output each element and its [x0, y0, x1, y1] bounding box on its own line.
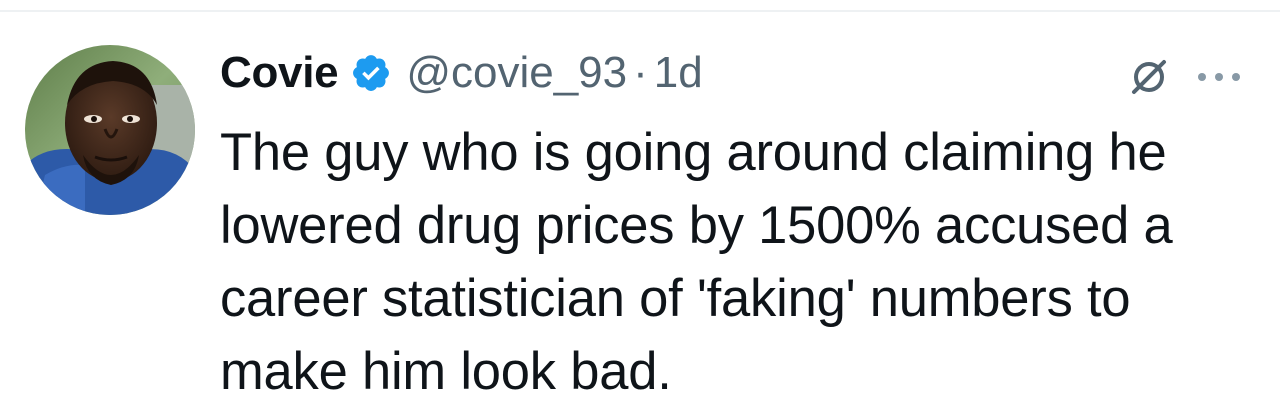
block-icon[interactable] — [1128, 56, 1170, 98]
avatar-photo — [25, 45, 195, 215]
tweet-card[interactable]: Covie @covie_93 · 1d The guy who is goin… — [0, 0, 1280, 416]
tweet-text-line: make him look bad. — [220, 342, 672, 401]
divider — [0, 10, 1280, 12]
tweet-header: Covie @covie_93 · 1d — [220, 42, 703, 104]
tweet-text: The guy who is going around claiming he … — [220, 116, 1260, 408]
tweet-text-line: The guy who is going around claiming he — [220, 123, 1167, 182]
verified-badge-icon — [350, 52, 392, 94]
time-separator: · — [633, 48, 648, 97]
tweet-timestamp[interactable]: 1d — [654, 48, 703, 98]
avatar[interactable] — [25, 45, 195, 215]
tweet-text-line: lowered drug prices by 1500% accused a — [220, 196, 1173, 255]
author-display-name[interactable]: Covie — [220, 48, 339, 98]
more-options-icon[interactable] — [1194, 70, 1244, 82]
tweet-text-line: career statistician of 'faking' numbers … — [220, 269, 1131, 328]
author-handle[interactable]: @covie_93 — [406, 48, 627, 98]
